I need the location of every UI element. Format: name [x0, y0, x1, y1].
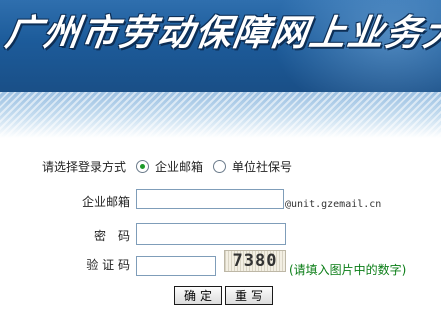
password-input[interactable]: [136, 223, 286, 245]
email-label: 企业邮箱: [81, 195, 130, 209]
email-domain-suffix: @unit.gzemail.cn: [285, 199, 382, 210]
password-label: 密 码: [93, 229, 130, 243]
reset-button[interactable]: 重写: [225, 286, 274, 305]
login-mode-label: 请选择登录方式: [42, 159, 127, 174]
captcha-image[interactable]: 7380: [224, 250, 286, 272]
login-mode-selector: 请选择登录方式 企业邮箱 单位社保号: [42, 156, 292, 176]
email-input[interactable]: [136, 189, 284, 209]
radio-unit-social-security[interactable]: [213, 159, 227, 173]
radio-enterprise-email-label[interactable]: 企业邮箱: [155, 158, 203, 175]
header-banner: 广州市劳动保障网上业务大厅: [0, 0, 441, 92]
captcha-label: 验 证 码: [86, 258, 130, 272]
captcha-input[interactable]: [136, 256, 216, 276]
site-title: 广州市劳动保障网上业务大厅: [2, 12, 441, 54]
captcha-digits: 7380: [232, 251, 278, 271]
radio-unit-social-security-label[interactable]: 单位社保号: [232, 158, 292, 175]
confirm-button[interactable]: 确定: [174, 286, 223, 305]
banner-stripe-decoration: [0, 92, 441, 138]
captcha-hint: (请填入图片中的数字): [289, 263, 407, 277]
radio-enterprise-email[interactable]: [136, 159, 150, 173]
